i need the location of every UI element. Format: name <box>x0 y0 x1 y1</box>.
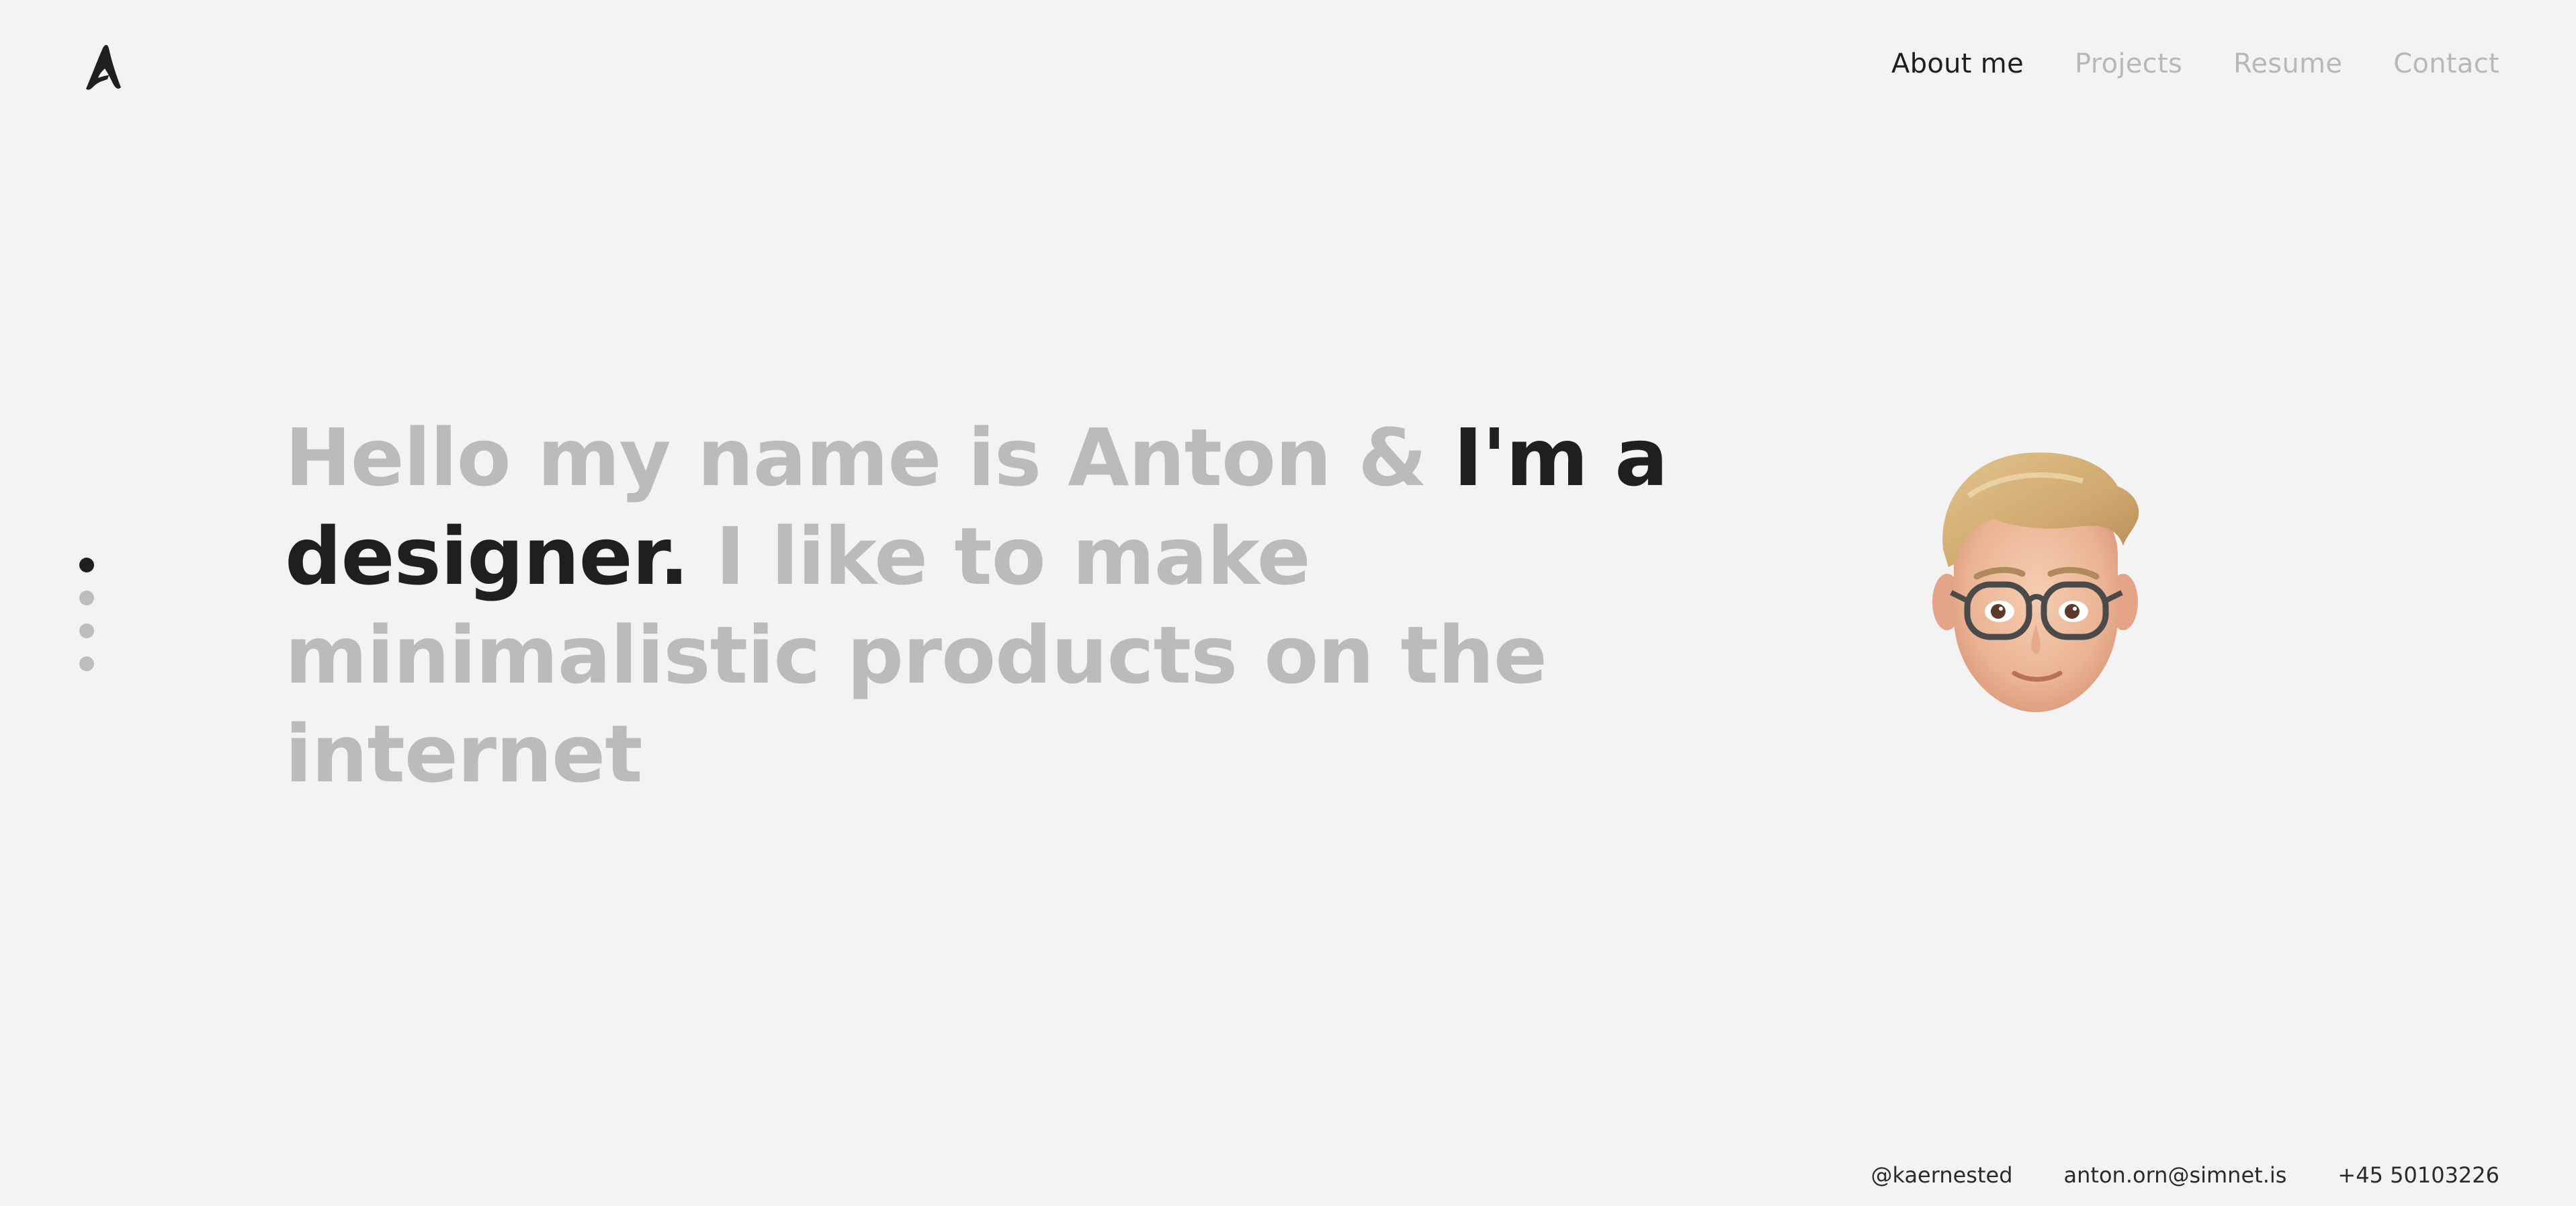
pager-dot-1[interactable] <box>79 558 94 572</box>
section-pager <box>79 558 94 671</box>
memoji-avatar-icon <box>1932 452 2139 712</box>
page: About me Projects Resume Contact Hello m… <box>0 0 2576 1206</box>
footer-contact: @kaernested anton.orn@simnet.is +45 5010… <box>1871 1162 2499 1188</box>
home-logo-link[interactable] <box>82 42 125 91</box>
nav-resume[interactable]: Resume <box>2233 48 2342 79</box>
pager-dot-4[interactable] <box>79 656 94 671</box>
pager-dot-3[interactable] <box>79 623 94 638</box>
hero-headline: Hello my name is Anton & I'm a designer.… <box>285 408 1669 804</box>
hero-intro-text: Hello my name is Anton & <box>285 411 1454 504</box>
nav-contact[interactable]: Contact <box>2393 48 2499 79</box>
letter-a-logo-icon <box>86 44 121 90</box>
nav-about-me[interactable]: About me <box>1891 48 2024 79</box>
email-link[interactable]: anton.orn@simnet.is <box>2064 1162 2287 1188</box>
pager-dot-2[interactable] <box>79 591 94 605</box>
main-nav: About me Projects Resume Contact <box>1891 48 2499 79</box>
phone-link[interactable]: +45 50103226 <box>2337 1162 2499 1188</box>
nav-projects[interactable]: Projects <box>2075 48 2182 79</box>
social-handle-link[interactable]: @kaernested <box>1871 1162 2012 1188</box>
